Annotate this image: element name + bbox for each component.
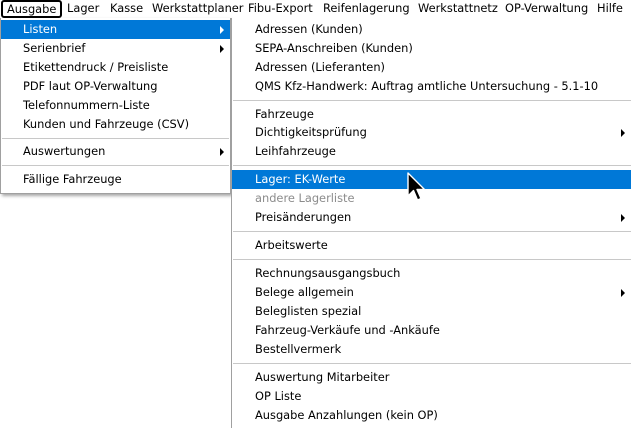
menu-item-label: PDF laut OP-Verwaltung [23,79,158,93]
menu-item-label: Arbeitswerte [255,238,328,252]
menu-item-faellige-fahrzeuge[interactable]: Fällige Fahrzeuge [1,170,230,189]
menu-item-label: Bestellvermerk [255,342,342,356]
menu-item-label: Etikettendruck / Preisliste [23,60,169,74]
menu-item-label: Auswertungen [23,144,106,158]
menu-item-etikettendruck[interactable]: Etikettendruck / Preisliste [1,58,230,77]
menubar-reifenlagerung[interactable]: Reifenlagerung [323,0,410,18]
submenu-arrow-icon [621,214,625,222]
menu-item-label: Rechnungsausgangsbuch [255,266,401,280]
menubar-werkstattplaner[interactable]: Werkstattplaner [152,0,243,18]
menu-bar: Ausgabe Lager Kasse Werkstattplaner Fibu… [0,0,631,18]
menu-item-label: Kunden und Fahrzeuge (CSV) [23,117,190,131]
submenu-arrow-icon [220,45,224,53]
menu-item-label: Auswertung Mitarbeiter [255,370,390,384]
menu-item-auswertungen[interactable]: Auswertungen [1,142,230,161]
submenu-item-rechnungsausgangsbuch[interactable]: Rechnungsausgangsbuch [232,264,631,283]
menubar-op-verwaltung[interactable]: OP-Verwaltung [505,0,588,18]
submenu-item-fahrzeug-verkaeufe[interactable]: Fahrzeug-Verkäufe und -Ankäufe [232,321,631,340]
menu-item-kunden-fahrzeuge-csv[interactable]: Kunden und Fahrzeuge (CSV) [1,115,230,134]
menu-item-listen[interactable]: Listen [1,20,230,39]
menubar-fibu-export[interactable]: Fibu-Export [248,0,313,18]
menu-item-label: Adressen (Kunden) [255,22,363,36]
submenu-arrow-icon [220,26,224,34]
submenu-item-beleglisten-spezial[interactable]: Beleglisten spezial [232,302,631,321]
menubar-hilfe[interactable]: Hilfe [597,0,623,18]
menu-item-label: Fahrzeug-Verkäufe und -Ankäufe [255,323,440,337]
submenu-item-auswertung-mitarbeiter[interactable]: Auswertung Mitarbeiter [232,368,631,387]
menu-item-label: Serienbrief [23,41,86,55]
submenu-item-belege-allgemein[interactable]: Belege allgemein [232,283,631,302]
submenu-item-fahrzeuge[interactable]: Fahrzeuge [232,105,631,124]
submenu-item-lager-ek-werte[interactable]: Lager: EK-Werte [232,170,631,189]
menu-item-label: Belege allgemein [255,285,354,299]
submenu-arrow-icon [220,148,224,156]
listen-submenu: Adressen (Kunden) SEPA-Anschreiben (Kund… [231,18,631,428]
menu-separator [233,363,631,364]
submenu-item-ausgabe-anzahlungen[interactable]: Ausgabe Anzahlungen (kein OP) [232,406,631,425]
submenu-arrow-icon [621,289,625,297]
menu-separator [233,100,631,101]
menu-separator [233,165,631,166]
menu-item-telefonnummern[interactable]: Telefonnummern-Liste [1,96,230,115]
menu-item-serienbrief[interactable]: Serienbrief [1,39,230,58]
submenu-item-dichtigkeitspruefung[interactable]: Dichtigkeitsprüfung [232,123,631,142]
submenu-item-sepa-anschreiben[interactable]: SEPA-Anschreiben (Kunden) [232,39,631,58]
submenu-item-preisaenderungen[interactable]: Preisänderungen [232,208,631,227]
submenu-item-qms-auftrag[interactable]: QMS Kfz-Handwerk: Auftrag amtliche Unter… [232,77,631,96]
menubar-ausgabe[interactable]: Ausgabe [1,0,63,18]
submenu-arrow-icon [621,129,625,137]
menubar-lager[interactable]: Lager [67,0,99,18]
menu-item-label: Dichtigkeitsprüfung [255,125,367,139]
submenu-item-adressen-lieferanten[interactable]: Adressen (Lieferanten) [232,58,631,77]
menu-item-label: Preisänderungen [255,210,352,224]
submenu-item-arbeitswerte[interactable]: Arbeitswerte [232,236,631,255]
menu-separator [233,259,631,260]
menu-item-label: Listen [23,22,58,36]
submenu-item-leihfahrzeuge[interactable]: Leihfahrzeuge [232,142,631,161]
submenu-item-andere-lagerliste[interactable]: andere Lagerliste [232,189,631,208]
menu-item-label: OP Liste [255,389,302,403]
menubar-kasse[interactable]: Kasse [110,0,143,18]
ausgabe-menu: Listen Serienbrief Etikettendruck / Prei… [0,18,231,194]
menu-separator [233,231,631,232]
menu-separator [2,165,229,166]
menubar-werkstattnetz[interactable]: Werkstattnetz [418,0,498,18]
menu-item-label: andere Lagerliste [255,191,355,205]
menu-item-label: Fahrzeuge [255,107,314,121]
submenu-item-adressen-kunden[interactable]: Adressen (Kunden) [232,20,631,39]
menu-item-label: QMS Kfz-Handwerk: Auftrag amtliche Unter… [255,79,599,93]
submenu-item-bestellvermerk[interactable]: Bestellvermerk [232,340,631,359]
menu-item-label: Adressen (Lieferanten) [255,60,385,74]
menu-item-label: Fällige Fahrzeuge [23,172,122,186]
menu-item-label: Lager: EK-Werte [255,172,346,186]
menu-item-pdf-op-verwaltung[interactable]: PDF laut OP-Verwaltung [1,77,230,96]
menu-separator [2,138,229,139]
menu-item-label: Leihfahrzeuge [255,144,336,158]
menu-item-label: SEPA-Anschreiben (Kunden) [255,41,413,55]
menu-item-label: Telefonnummern-Liste [23,98,150,112]
mouse-pointer-icon [407,172,426,201]
menu-item-label: Beleglisten spezial [255,304,362,318]
menu-item-label: Ausgabe Anzahlungen (kein OP) [255,408,438,422]
submenu-item-op-liste[interactable]: OP Liste [232,387,631,406]
